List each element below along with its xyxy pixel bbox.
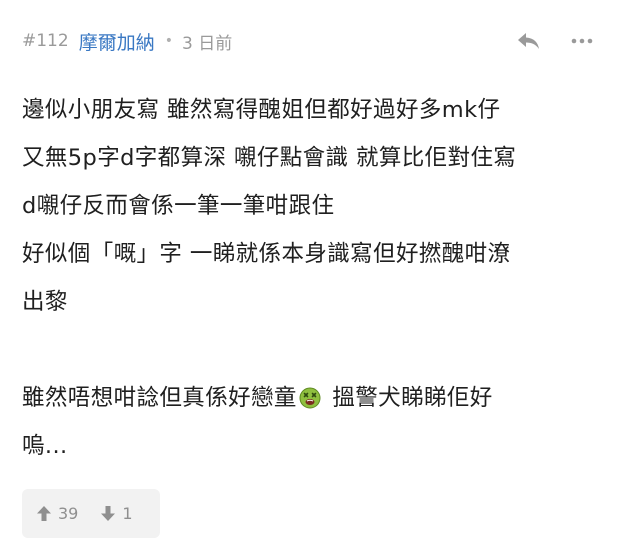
- post-header: #112 摩爾加納 • 3 日前: [22, 28, 595, 54]
- meta-separator: •: [164, 33, 173, 49]
- post-time: 3 日前: [181, 33, 233, 54]
- content-line: 邊似小朋友寫 雖然寫得醜姐但都好過好多mk仔: [22, 97, 501, 123]
- thumb-up-arrow-icon: [37, 506, 51, 521]
- post-actions: [515, 29, 595, 53]
- upvote-count: 39: [58, 504, 79, 523]
- sick-face-emoji: [299, 378, 321, 409]
- vote-box: 39 1: [22, 489, 160, 538]
- content-text: 雖然唔想咁諗但真係好戀童: [22, 385, 297, 411]
- content-line: 雖然唔想咁諗但真係好戀童 搵警犬睇睇佢好: [22, 374, 607, 422]
- thumb-down-arrow-icon: [101, 506, 116, 521]
- content-line: 出黎: [22, 289, 68, 315]
- floor-number: #112: [22, 31, 69, 51]
- content-text: 搵警犬睇睇佢好: [324, 385, 493, 411]
- content-line: 嗚...: [22, 433, 68, 459]
- post-content: 邊似小朋友寫 雖然寫得醜姐但都好過好多mk仔 又無5p字d字都算深 嚫仔點會識 …: [22, 86, 607, 470]
- upvote-button[interactable]: 39: [36, 504, 78, 523]
- downvote-button[interactable]: 1: [100, 504, 133, 523]
- content-line: d嚫仔反而會係一筆一筆咁跟住: [22, 193, 335, 219]
- more-icon[interactable]: [569, 29, 595, 53]
- author-name[interactable]: 摩爾加納: [79, 28, 155, 55]
- reply-icon[interactable]: [515, 29, 543, 53]
- content-line: 又無5p字d字都算深 嚫仔點會識 就算比佢對住寫: [22, 145, 517, 171]
- content-line: 好似個「嘅」字 一睇就係本身識寫但好撚醜咁潦: [22, 241, 511, 267]
- downvote-count: 1: [122, 504, 133, 523]
